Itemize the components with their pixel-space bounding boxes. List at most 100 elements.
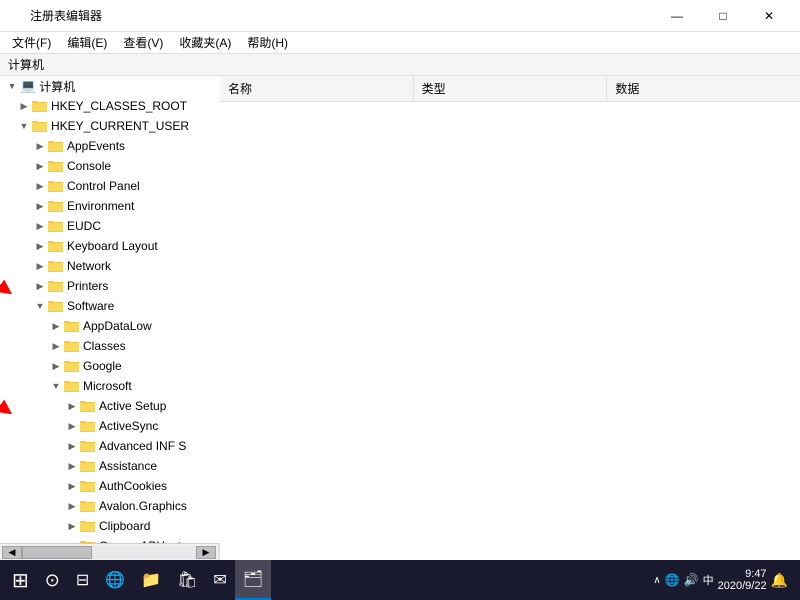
- maximize-button[interactable]: □: [700, 0, 746, 32]
- folder-icon-env: [48, 198, 64, 215]
- tree-item-avalon-graphics[interactable]: ▶ Avalon.Graphics: [0, 496, 220, 516]
- folder-icon-assistance: [80, 458, 96, 475]
- folder-icon-authcookies: [80, 478, 96, 495]
- tree-item-eudc[interactable]: ▶ EUDC: [0, 216, 220, 236]
- avalon-graphics-label: Avalon.Graphics: [99, 499, 187, 513]
- menu-help[interactable]: 帮助(H): [239, 32, 296, 53]
- title-bar: 🗂 注册表编辑器 — □ ✕: [0, 0, 800, 32]
- activesync-label: ActiveSync: [99, 419, 158, 433]
- tree-item-environment[interactable]: ▶ Environment: [0, 196, 220, 216]
- col-name[interactable]: 名称: [220, 76, 414, 101]
- tree-item-authcookies[interactable]: ▶ AuthCookies: [0, 476, 220, 496]
- tree-item-printers[interactable]: ▶ Printers: [0, 276, 220, 296]
- tray-up-arrow[interactable]: ∧: [653, 575, 660, 586]
- expand-icon: ▼: [4, 78, 20, 94]
- appdatalow-label: AppDataLow: [83, 319, 152, 333]
- tray-lang[interactable]: 中: [703, 572, 714, 588]
- expand-icon-hkcu: ▼: [16, 118, 32, 134]
- folder-icon-software: [48, 298, 64, 315]
- folder-icon-adl: [64, 318, 80, 335]
- address-bar: 计算机: [0, 54, 800, 76]
- software-label: Software: [67, 299, 114, 313]
- tree-item-google[interactable]: ▶ Google: [0, 356, 220, 376]
- authcookies-label: AuthCookies: [99, 479, 167, 493]
- tree-item-assistance[interactable]: ▶ Assistance: [0, 456, 220, 476]
- network-label: Network: [67, 259, 111, 273]
- expand-icon-hkcr: ▶: [16, 98, 32, 114]
- tree-item-microsoft[interactable]: ▼ Microsoft: [0, 376, 220, 396]
- google-label: Google: [83, 359, 122, 373]
- menu-view[interactable]: 查看(V): [115, 32, 171, 53]
- menu-file[interactable]: 文件(F): [4, 32, 59, 53]
- tree-item-controlpanel[interactable]: ▶ Control Panel: [0, 176, 220, 196]
- notification-button[interactable]: 🔔: [771, 572, 788, 589]
- col-type[interactable]: 类型: [414, 76, 608, 101]
- microsoft-label: Microsoft: [83, 379, 132, 393]
- regedit-taskbar-button[interactable]: 🗂: [235, 560, 271, 600]
- detail-header: 名称 类型 数据: [220, 76, 800, 102]
- close-button[interactable]: ✕: [746, 0, 792, 32]
- tree-hscroll[interactable]: ◀ ▶: [0, 543, 219, 560]
- tree-item-software[interactable]: ▼ Software: [0, 296, 220, 316]
- folder-icon-appevents: [48, 138, 64, 155]
- environment-label: Environment: [67, 199, 134, 213]
- tree-item-activesync[interactable]: ▶ ActiveSync: [0, 416, 220, 436]
- taskbar-clock[interactable]: 9:47 2020/9/22: [718, 568, 767, 592]
- window-controls: — □ ✕: [654, 0, 792, 32]
- tray-volume-icon[interactable]: 🔊: [684, 573, 699, 587]
- address-label: 计算机: [8, 56, 44, 73]
- tree-item-active-setup[interactable]: ▶ Active Setup: [0, 396, 220, 416]
- tree-item-classes[interactable]: ▶ Classes: [0, 336, 220, 356]
- edge-button[interactable]: 🌐: [97, 560, 133, 600]
- hkcu-label: HKEY_CURRENT_USER: [51, 119, 189, 133]
- registry-tree: ▼ 💻 计算机 ▶ HKEY_CLASSES_ROOT: [0, 76, 220, 543]
- tree-item-appevents[interactable]: ▶ AppEvents: [0, 136, 220, 156]
- search-button[interactable]: ⊙: [37, 560, 68, 600]
- menu-favorites[interactable]: 收藏夹(A): [171, 32, 239, 53]
- folder-icon-classes: [64, 338, 80, 355]
- window-title: 注册表编辑器: [30, 7, 654, 24]
- tree-item-computer[interactable]: ▼ 💻 计算机: [0, 76, 220, 96]
- scroll-thumb[interactable]: [22, 546, 92, 559]
- tree-item-commsaphost[interactable]: ▶ CommsAPHost: [0, 536, 220, 543]
- minimize-button[interactable]: —: [654, 0, 700, 32]
- tree-item-keyboard-layout[interactable]: ▶ Keyboard Layout: [0, 236, 220, 256]
- scroll-left-btn[interactable]: ◀: [2, 546, 22, 559]
- tree-item-advanced-infs[interactable]: ▶ Advanced INF S: [0, 436, 220, 456]
- eudc-label: EUDC: [67, 219, 101, 233]
- folder-icon-hkcu: [32, 118, 48, 135]
- clock-date: 2020/9/22: [718, 580, 767, 592]
- file-explorer-button[interactable]: 📁: [133, 560, 169, 600]
- hkcr-label: HKEY_CLASSES_ROOT: [51, 99, 187, 113]
- tray-network-icon[interactable]: 🌐: [665, 573, 680, 587]
- tree-item-appdatalow[interactable]: ▶ AppDataLow: [0, 316, 220, 336]
- printers-label: Printers: [67, 279, 108, 293]
- mail-button[interactable]: ✉: [205, 560, 234, 600]
- computer-label: 计算机: [39, 78, 75, 95]
- clipboard-label: Clipboard: [99, 519, 150, 533]
- folder-icon-avalongrphx: [80, 498, 96, 515]
- folder-icon-microsoft: [64, 378, 80, 395]
- tree-item-hkcr[interactable]: ▶ HKEY_CLASSES_ROOT: [0, 96, 220, 116]
- tree-item-console[interactable]: ▶ Console: [0, 156, 220, 176]
- scroll-right-btn[interactable]: ▶: [196, 546, 216, 559]
- tree-item-network[interactable]: ▶ Network: [0, 256, 220, 276]
- folder-icon-network: [48, 258, 64, 275]
- store-button[interactable]: 🛍: [169, 560, 205, 600]
- folder-icon-google: [64, 358, 80, 375]
- controlpanel-label: Control Panel: [67, 179, 140, 193]
- app-icon: 🗂: [8, 8, 24, 24]
- folder-icon-activesetup: [80, 398, 96, 415]
- main-content: ▼ 💻 计算机 ▶ HKEY_CLASSES_ROOT: [0, 76, 800, 560]
- folder-icon-kl: [48, 238, 64, 255]
- tree-item-hkcu[interactable]: ▼ HKEY_CURRENT_USER: [0, 116, 220, 136]
- menu-bar: 文件(F) 编辑(E) 查看(V) 收藏夹(A) 帮助(H): [0, 32, 800, 54]
- assistance-label: Assistance: [99, 459, 157, 473]
- start-button[interactable]: ⊞: [4, 560, 37, 600]
- active-setup-label: Active Setup: [99, 399, 166, 413]
- task-view-button[interactable]: ⊟: [68, 560, 97, 600]
- tree-item-clipboard[interactable]: ▶ Clipboard: [0, 516, 220, 536]
- scroll-track[interactable]: [22, 546, 196, 559]
- col-data[interactable]: 数据: [607, 76, 800, 101]
- menu-edit[interactable]: 编辑(E): [59, 32, 115, 53]
